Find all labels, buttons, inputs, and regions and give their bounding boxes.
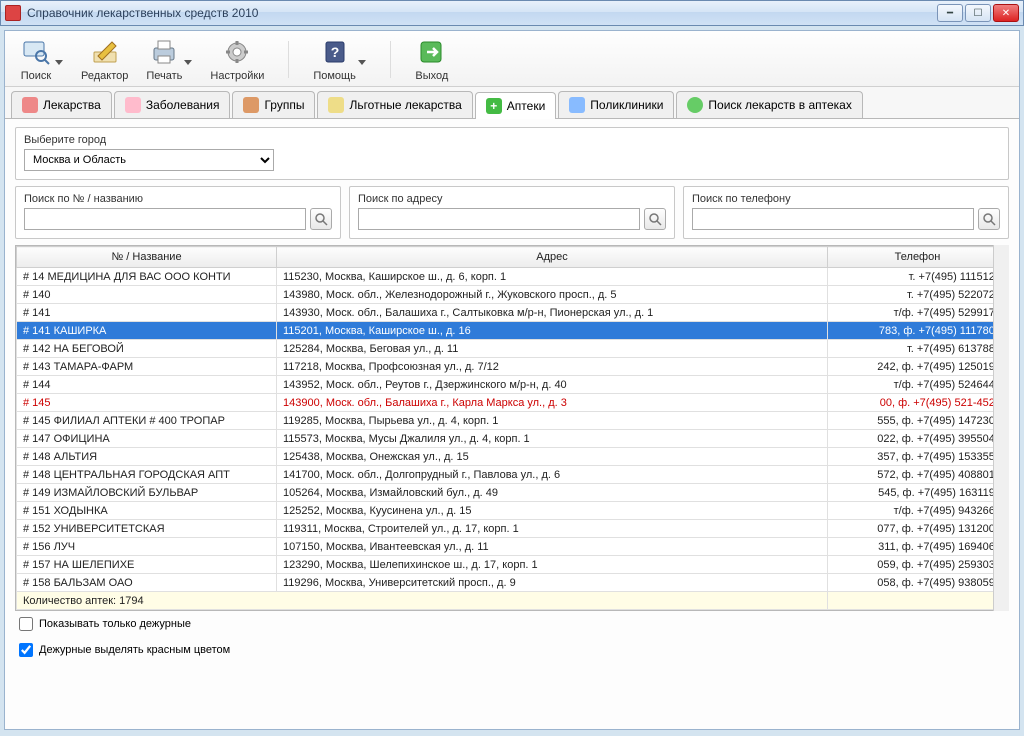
search-address-input[interactable] xyxy=(358,208,640,230)
count-label: Количество аптек: 1794 xyxy=(17,592,828,610)
building-icon xyxy=(569,97,585,113)
search-number-input[interactable] xyxy=(24,208,306,230)
table-row[interactable]: # 141143930, Моск. обл., Балашиха г., Са… xyxy=(17,304,1008,322)
magnifier-icon xyxy=(982,212,996,226)
search-number-button[interactable] xyxy=(310,208,332,230)
chevron-down-icon[interactable] xyxy=(55,60,63,68)
help-button[interactable]: ? Помощь xyxy=(313,37,356,82)
tab-clinics[interactable]: Поликлиники xyxy=(558,91,674,118)
chevron-down-icon[interactable] xyxy=(358,60,366,68)
tab-diseases[interactable]: Заболевания xyxy=(114,91,231,118)
vertical-scrollbar[interactable] xyxy=(993,245,1009,611)
only-duty-label: Показывать только дежурные xyxy=(39,618,191,630)
window-title: Справочник лекарственных средств 2010 xyxy=(27,6,937,20)
table-row[interactable]: # 143 ТАМАРА-ФАРМ117218, Москва, Профсою… xyxy=(17,358,1008,376)
table-row[interactable]: # 14 МЕДИЦИНА ДЛЯ ВАС ООО КОНТИ115230, М… xyxy=(17,268,1008,286)
tab-groups[interactable]: Группы xyxy=(232,91,315,118)
tab-bar: Лекарства Заболевания Группы Льготные ле… xyxy=(5,87,1019,119)
svg-text:?: ? xyxy=(330,44,339,60)
table-row[interactable]: # 141 КАШИРКА115201, Москва, Каширское ш… xyxy=(17,322,1008,340)
table-row[interactable]: # 147 ОФИЦИНА115573, Москва, Мусы Джалил… xyxy=(17,430,1008,448)
search-by-number: Поиск по № / названию xyxy=(15,186,341,239)
person-icon xyxy=(125,97,141,113)
highlight-red-checkbox[interactable] xyxy=(19,643,33,657)
tab-drugsearch[interactable]: Поиск лекарств в аптеках xyxy=(676,91,862,118)
pill-icon xyxy=(22,97,38,113)
only-duty-checkbox[interactable] xyxy=(19,617,33,631)
search-phone-button[interactable] xyxy=(978,208,1000,230)
table-row[interactable]: # 157 НА ШЕЛЕПИХЕ123290, Москва, Шелепих… xyxy=(17,556,1008,574)
table-row[interactable]: # 144143952, Моск. обл., Реутов г., Дзер… xyxy=(17,376,1008,394)
table-row[interactable]: # 152 УНИВЕРСИТЕТСКАЯ119311, Москва, Стр… xyxy=(17,520,1008,538)
table-row[interactable]: # 158 БАЛЬЗАМ ОАО119296, Москва, Универс… xyxy=(17,574,1008,592)
search-icon xyxy=(19,37,53,67)
minimize-button[interactable]: ━ xyxy=(937,4,963,22)
col-address[interactable]: Адрес xyxy=(277,247,828,268)
table-row[interactable]: # 148 ЦЕНТРАЛЬНАЯ ГОРОДСКАЯ АПТ141700, М… xyxy=(17,466,1008,484)
search-by-address: Поиск по адресу xyxy=(349,186,675,239)
table-row[interactable]: # 149 ИЗМАЙЛОВСКИЙ БУЛЬВАР105264, Москва… xyxy=(17,484,1008,502)
tab-discount[interactable]: Льготные лекарства xyxy=(317,91,472,118)
table-row[interactable]: # 145143900, Моск. обл., Балашиха г., Ка… xyxy=(17,394,1008,412)
magnifier-icon xyxy=(314,212,328,226)
city-filter: Выберите город Москва и Область xyxy=(15,127,1009,180)
close-button[interactable]: ✕ xyxy=(993,4,1019,22)
maximize-button[interactable]: ☐ xyxy=(965,4,991,22)
chevron-down-icon[interactable] xyxy=(184,60,192,68)
plus-icon: + xyxy=(486,98,502,114)
table-row[interactable]: # 148 АЛЬТИЯ125438, Москва, Онежская ул.… xyxy=(17,448,1008,466)
grid-footer: Количество аптек: 1794 xyxy=(17,592,1008,610)
app-icon xyxy=(5,5,21,21)
box-icon xyxy=(243,97,259,113)
table-row[interactable]: # 156 ЛУЧ107150, Москва, Ивантеевская ул… xyxy=(17,538,1008,556)
exit-button[interactable]: Выход xyxy=(415,37,449,82)
print-button[interactable]: Печать xyxy=(146,37,182,82)
print-icon xyxy=(147,37,181,67)
search-by-phone: Поиск по телефону xyxy=(683,186,1009,239)
search-phone-input[interactable] xyxy=(692,208,974,230)
table-row[interactable]: # 151 ХОДЫНКА125252, Москва, Куусинена у… xyxy=(17,502,1008,520)
search-button[interactable]: Поиск xyxy=(19,37,53,82)
editor-button[interactable]: Редактор xyxy=(81,37,128,82)
main-toolbar: Поиск Редактор Печать Настройки xyxy=(5,31,1019,87)
table-row[interactable]: # 142 НА БЕГОВОЙ125284, Москва, Беговая … xyxy=(17,340,1008,358)
search-address-button[interactable] xyxy=(644,208,666,230)
col-phone[interactable]: Телефон xyxy=(828,247,1008,268)
gear-icon xyxy=(220,37,254,67)
tab-pharmacies[interactable]: +Аптеки xyxy=(475,92,557,119)
col-name[interactable]: № / Название xyxy=(17,247,277,268)
note-icon xyxy=(328,97,344,113)
help-icon: ? xyxy=(318,37,352,67)
tab-drugs[interactable]: Лекарства xyxy=(11,91,112,118)
titlebar: Справочник лекарственных средств 2010 ━ … xyxy=(0,0,1024,26)
table-row[interactable]: # 145 ФИЛИАЛ АПТЕКИ # 400 ТРОПАР119285, … xyxy=(17,412,1008,430)
magnifier-icon xyxy=(648,212,662,226)
exit-icon xyxy=(415,37,449,67)
highlight-red-label: Дежурные выделять красным цветом xyxy=(39,644,230,656)
city-label: Выберите город xyxy=(24,134,1000,146)
table-row[interactable]: # 140143980, Моск. обл., Железнодорожный… xyxy=(17,286,1008,304)
pharmacy-grid: № / Название Адрес Телефон # 14 МЕДИЦИНА… xyxy=(15,245,1009,611)
city-select[interactable]: Москва и Область xyxy=(24,149,274,171)
globe-icon xyxy=(687,97,703,113)
settings-button[interactable]: Настройки xyxy=(210,37,264,82)
editor-icon xyxy=(88,37,122,67)
